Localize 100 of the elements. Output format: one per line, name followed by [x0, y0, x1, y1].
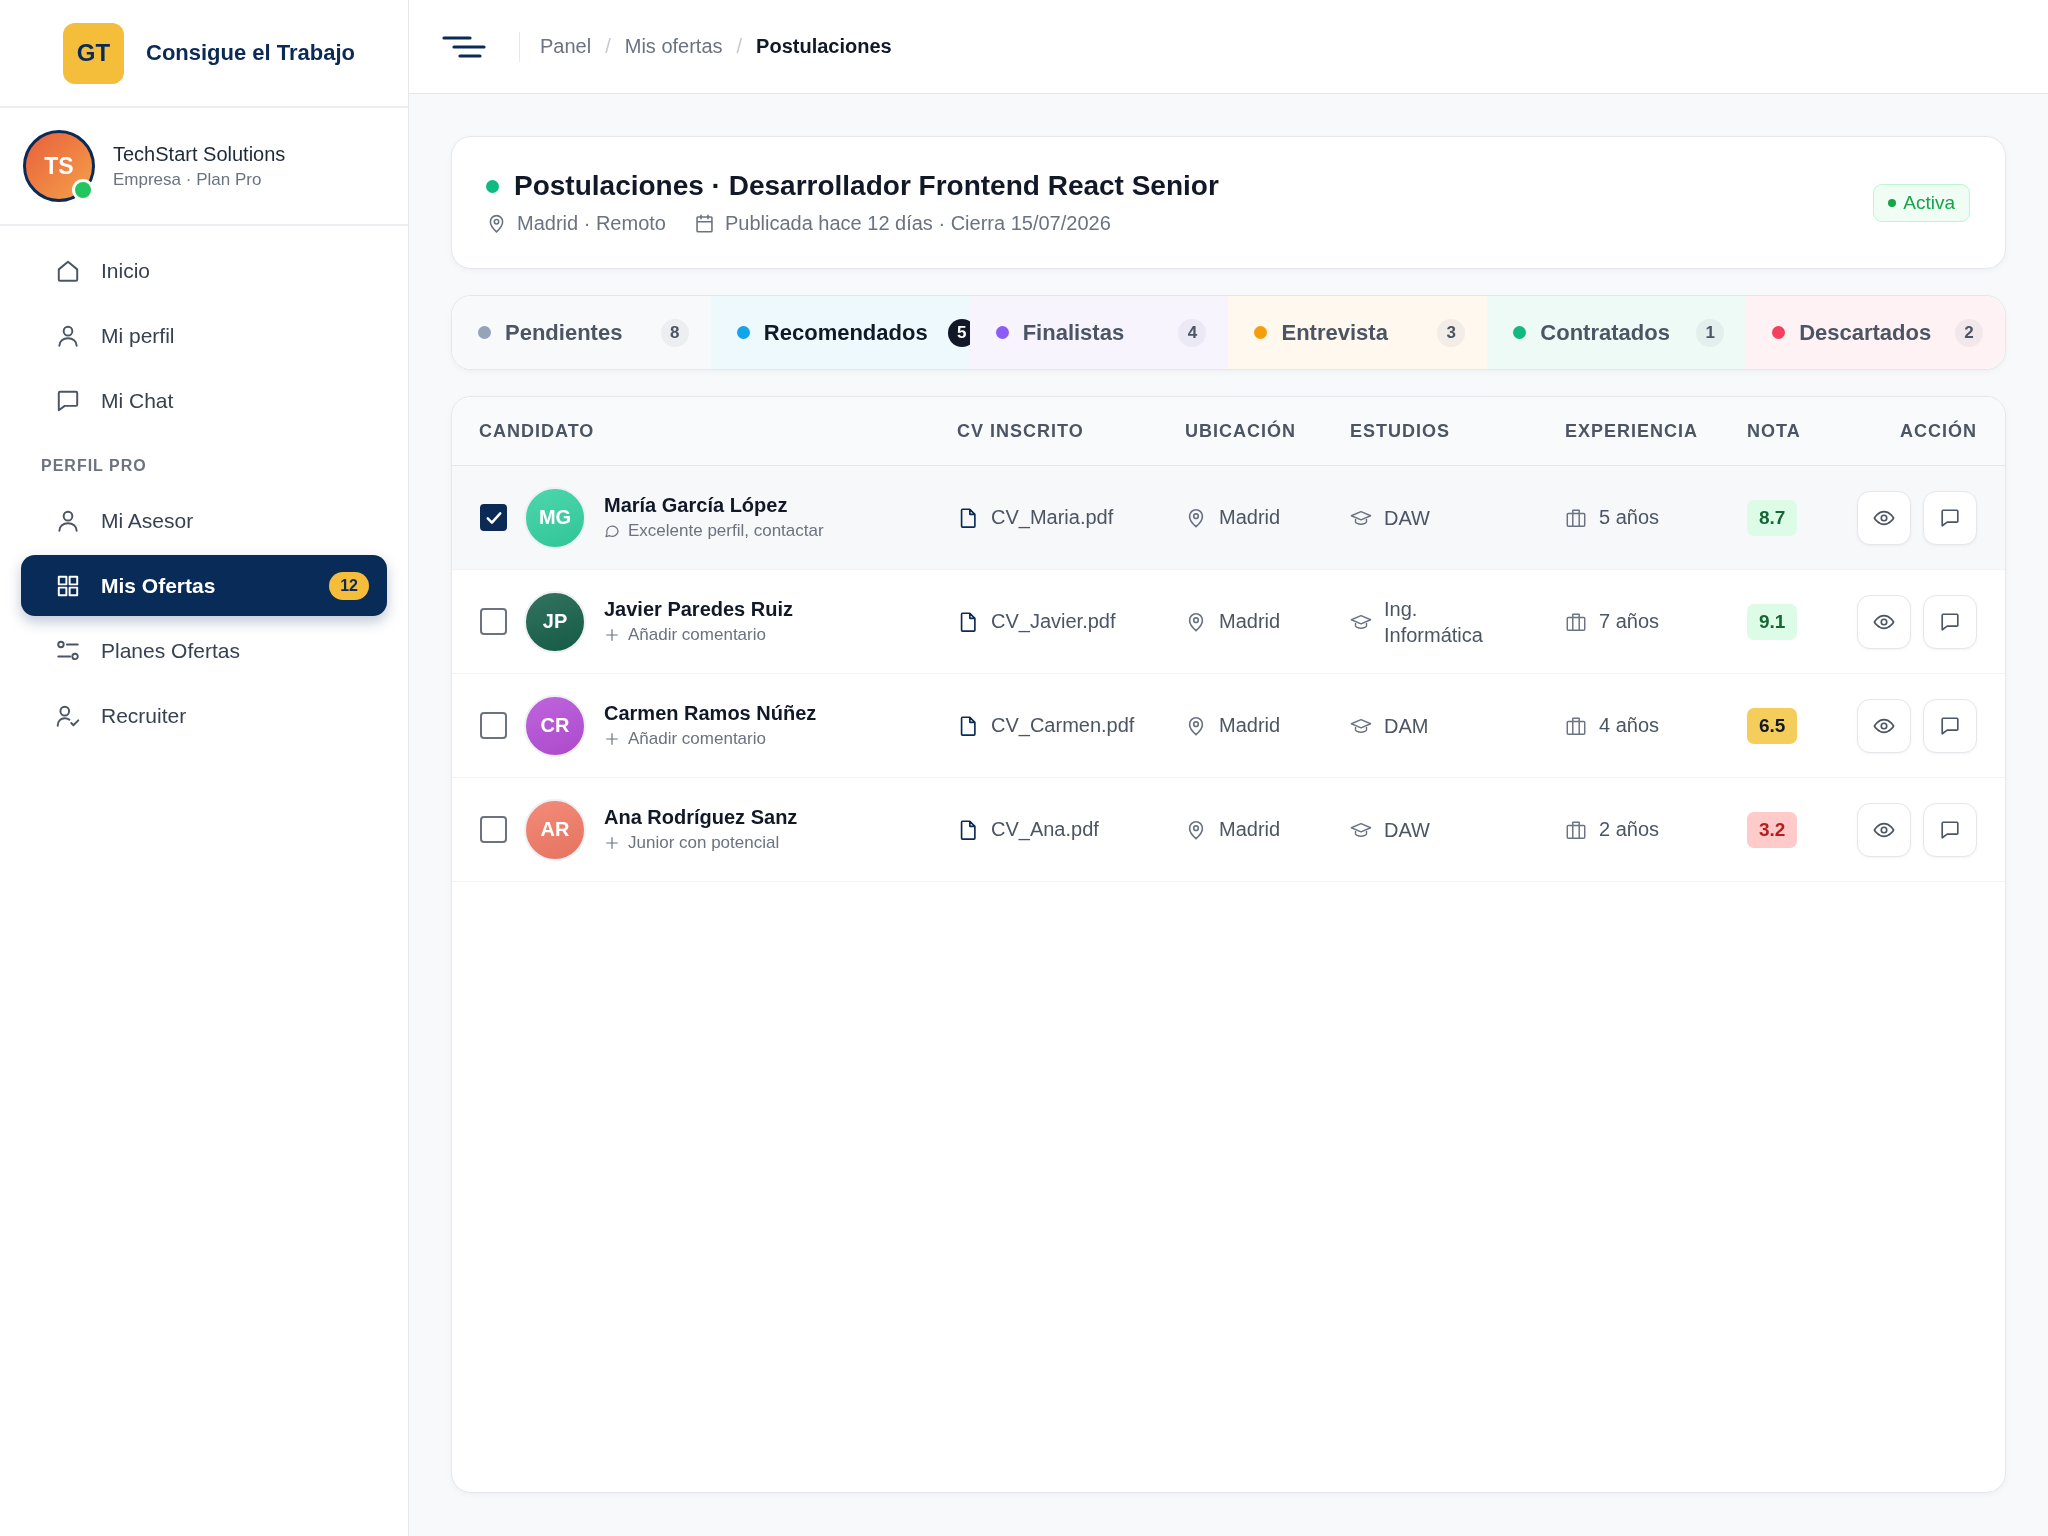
stage-tab[interactable]: Recomendados 5	[710, 296, 970, 369]
briefcase-icon	[1565, 818, 1587, 841]
column-header: NOTA	[1747, 420, 1802, 442]
section-label: PERFIL PRO	[40, 456, 148, 476]
job-location: Madrid · Remoto	[517, 212, 666, 235]
location-text: Madrid	[1219, 714, 1281, 737]
breadcrumb-link[interactable]: Mis ofertas	[624, 35, 723, 58]
stage-tab[interactable]: Entrevista 3	[1228, 296, 1488, 369]
count-badge: 3	[1437, 318, 1466, 347]
status-dot-icon	[1888, 198, 1897, 207]
studies-text: DAW	[1384, 505, 1430, 531]
comment-button[interactable]: Añadir comentario	[604, 625, 793, 645]
comment-button[interactable]: Añadir comentario	[604, 729, 817, 749]
view-button[interactable]	[1857, 490, 1911, 545]
row-checkbox[interactable]	[480, 608, 507, 635]
message-button[interactable]	[1923, 802, 1977, 857]
row-checkbox[interactable]	[480, 712, 507, 739]
breadcrumb-separator: /	[605, 35, 611, 58]
column-header: EXPERIENCIA	[1565, 420, 1700, 442]
count-badge: 8	[660, 318, 689, 347]
count-badge: 2	[1954, 318, 1983, 347]
speech-bubble-icon	[1939, 714, 1961, 737]
job-title: Postulaciones · Desarrollador Frontend React Senior	[514, 170, 1219, 202]
nav-item[interactable]: Recruiter	[21, 685, 387, 746]
experience-text: 2 años	[1599, 818, 1660, 841]
experience-text: 4 años	[1599, 714, 1660, 737]
row-checkbox[interactable]	[480, 816, 507, 843]
count-badge: 1	[1696, 318, 1725, 347]
briefcase-icon	[1565, 506, 1587, 529]
breadcrumb-separator: /	[736, 35, 743, 58]
score-badge: 6.5	[1747, 707, 1798, 744]
message-button[interactable]	[1923, 490, 1977, 545]
speech-bubble-icon	[1939, 818, 1961, 841]
candidate-name: Javier Paredes Ruiz	[604, 598, 793, 621]
score-badge: 9.1	[1747, 603, 1798, 640]
candidate-name: Carmen Ramos Núñez	[604, 702, 817, 725]
score-badge: 3.2	[1747, 811, 1798, 848]
candidate-name: María García López	[604, 494, 789, 517]
plus-icon	[604, 835, 620, 851]
stage-tab[interactable]: Contratados 1	[1487, 296, 1747, 369]
cv-link[interactable]: CV_Javier.pdf	[991, 610, 1116, 633]
nav-item[interactable]: Planes Ofertas	[21, 620, 387, 681]
column-header: ACCIÓN	[1899, 420, 1977, 442]
nav-item[interactable]: Mi Asesor	[21, 490, 387, 551]
company-avatar: TS	[23, 130, 95, 202]
count-badge: 12	[329, 571, 369, 600]
location-text: Madrid	[1219, 506, 1281, 529]
score-badge: 8.7	[1747, 499, 1798, 536]
brand-name: Consigue el Trabajo	[146, 40, 356, 66]
nav-item[interactable]: Mi perfil	[21, 305, 387, 366]
candidate-name: Ana Rodríguez Sanz	[604, 806, 798, 829]
view-button[interactable]	[1857, 698, 1911, 753]
breadcrumb-current: Postulaciones	[756, 35, 892, 58]
column-header: CANDIDATO	[479, 420, 596, 442]
studies-text: DAW	[1384, 817, 1430, 843]
count-badge: 4	[1178, 318, 1207, 347]
status-label: Activa	[1903, 191, 1955, 214]
location-text: Madrid	[1219, 818, 1281, 841]
studies-text: Ing. Informática	[1384, 596, 1484, 648]
cv-link[interactable]: CV_Carmen.pdf	[991, 714, 1135, 737]
candidate-avatar: JP	[524, 590, 586, 653]
briefcase-icon	[1565, 714, 1587, 737]
view-button[interactable]	[1857, 594, 1911, 649]
comment-button[interactable]: Junior con potencial	[604, 833, 798, 853]
message-button[interactable]	[1923, 698, 1977, 753]
comment-button[interactable]: Excelente perfil, contactar	[604, 521, 824, 541]
nav-item[interactable]: Mis Ofertas 12	[21, 555, 387, 616]
studies-text: DAM	[1384, 713, 1429, 739]
briefcase-icon	[1565, 610, 1587, 633]
candidate-avatar: AR	[524, 798, 586, 861]
stage-tab[interactable]: Pendientes 8	[452, 296, 711, 369]
column-header: CV INSCRITO	[957, 420, 1085, 442]
logo-mark: GT	[63, 22, 124, 84]
calendar-icon	[693, 213, 715, 234]
job-dates: Publicada hace 12 días · Cierra 15/07/2026	[724, 212, 1111, 235]
company-name: TechStart Solutions	[113, 142, 286, 166]
plus-icon	[604, 627, 620, 643]
cv-link[interactable]: CV_Maria.pdf	[991, 506, 1114, 529]
experience-text: 7 años	[1599, 610, 1660, 633]
nav-item[interactable]: Inicio	[21, 240, 387, 301]
column-header: UBICACIÓN	[1185, 420, 1297, 442]
location-text: Madrid	[1219, 610, 1281, 633]
breadcrumb-link[interactable]: Panel	[540, 35, 592, 58]
speech-bubble-icon	[1939, 506, 1961, 529]
plus-icon	[604, 731, 620, 747]
stage-tab[interactable]: Descartados 2	[1746, 296, 2005, 369]
column-header: ESTUDIOS	[1350, 420, 1451, 442]
menu-icon[interactable]	[442, 34, 486, 59]
view-button[interactable]	[1857, 802, 1911, 857]
nav-item[interactable]: Mi Chat	[21, 370, 387, 431]
message-button[interactable]	[1923, 594, 1977, 649]
experience-text: 5 años	[1599, 506, 1660, 529]
company-plan: Empresa · Plan Pro	[113, 169, 263, 190]
stage-tab[interactable]: Finalistas 4	[969, 296, 1229, 369]
speech-bubble-icon	[604, 523, 620, 539]
cv-link[interactable]: CV_Ana.pdf	[991, 818, 1099, 841]
speech-bubble-icon	[1939, 610, 1961, 633]
candidate-avatar: MG	[524, 486, 586, 549]
row-checkbox[interactable]	[480, 504, 507, 531]
candidate-avatar: CR	[524, 694, 586, 757]
